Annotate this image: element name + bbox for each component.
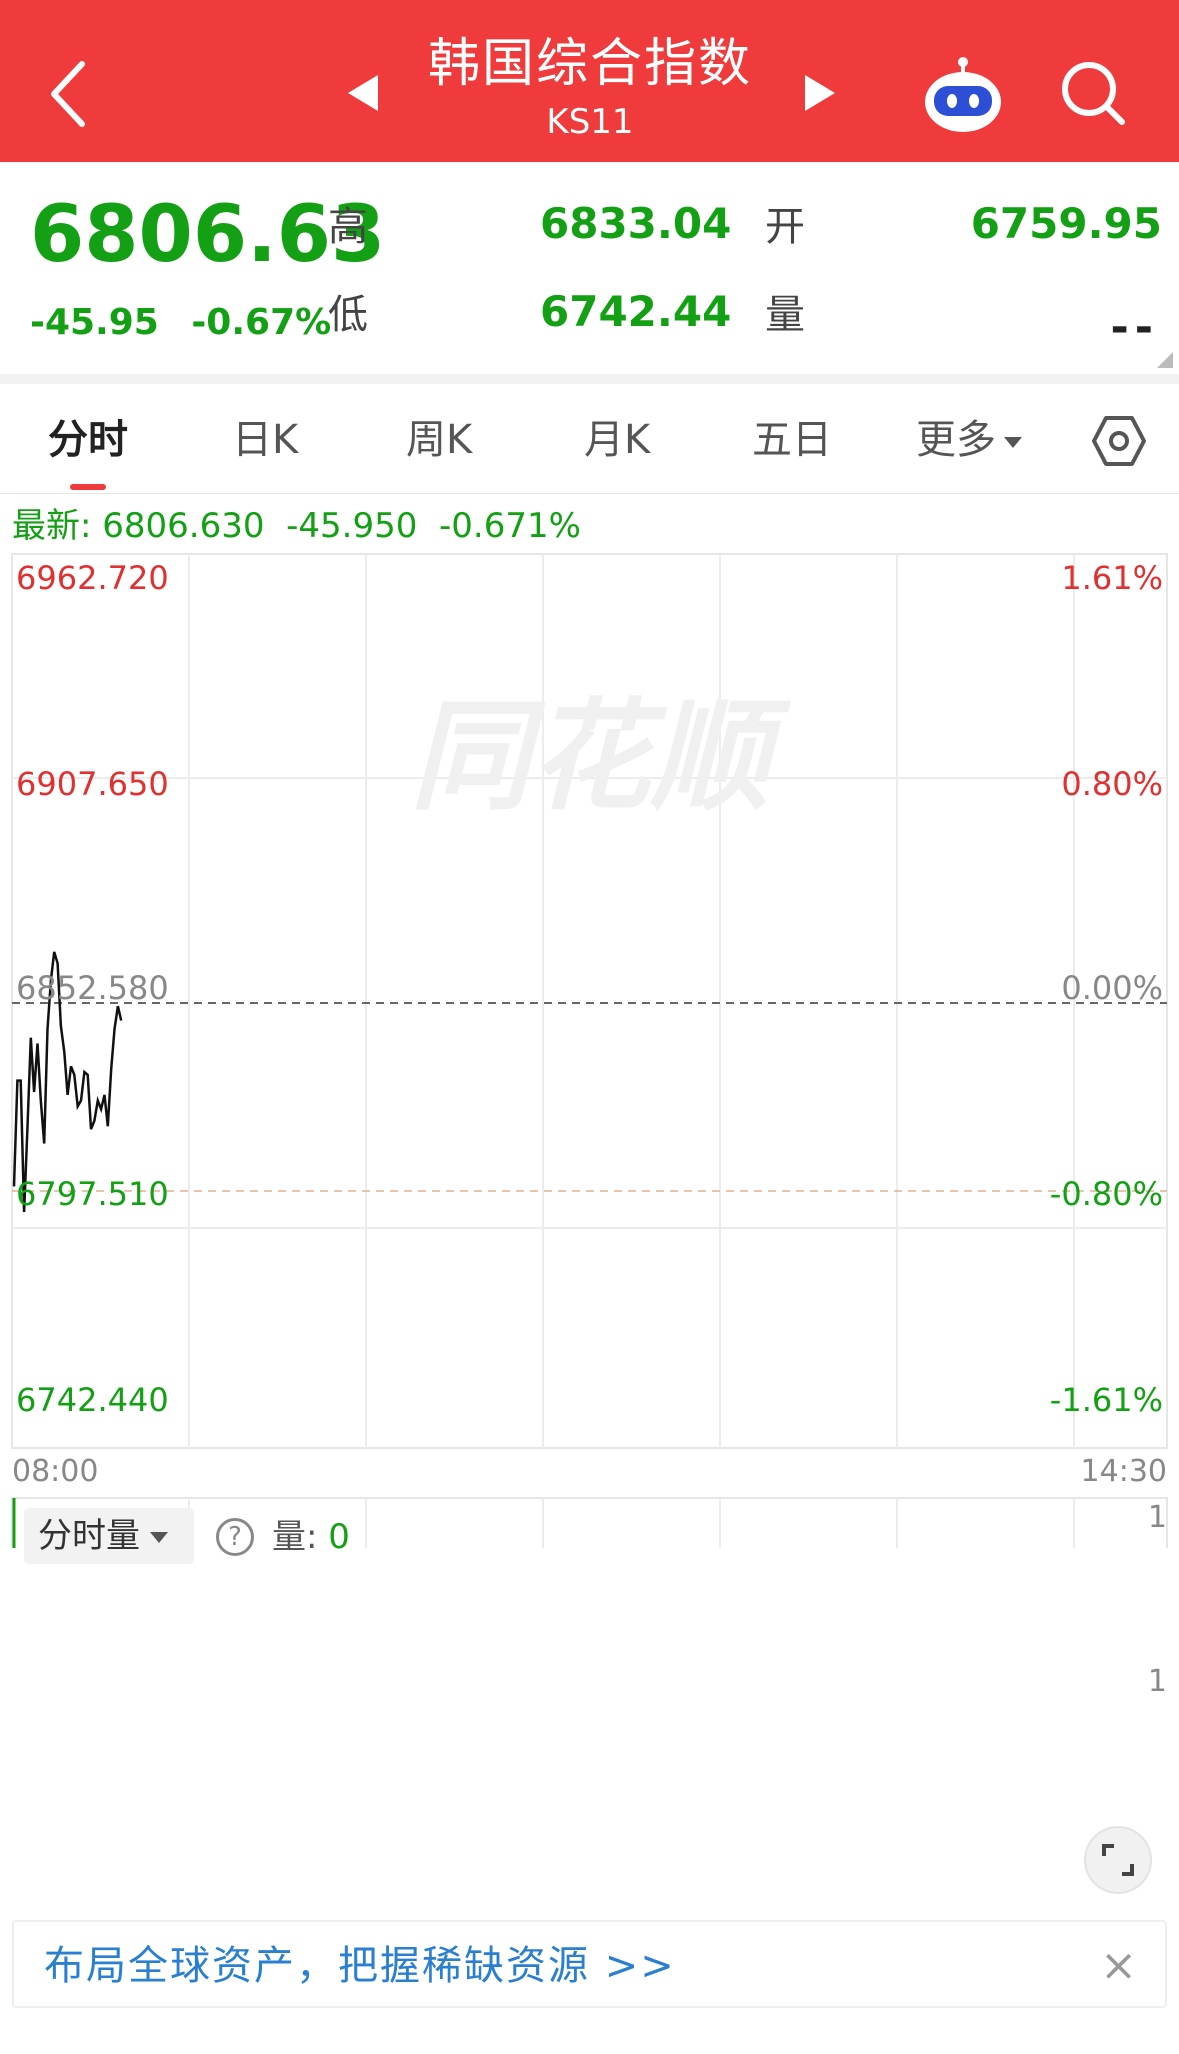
page-title: 韩国综合指数	[427, 34, 752, 94]
volume-axis-mid: 1	[1147, 1664, 1167, 1699]
change-value: -45.95	[30, 302, 159, 343]
y-axis-label-bottom: 6742.440	[16, 1381, 169, 1419]
promo-banner[interactable]: 布局全球资产，把握稀缺资源 >> ×	[12, 1920, 1167, 2008]
y-axis-label-2: 6907.650	[16, 765, 169, 803]
volume-value: --	[1110, 302, 1159, 353]
volume-label: 量	[765, 292, 805, 338]
promo-banner-text[interactable]: 布局全球资产，把握稀缺资源 >>	[44, 1940, 676, 1992]
pct-axis-label-zero: 0.00%	[1061, 969, 1163, 1007]
open-label: 开	[765, 204, 805, 250]
x-axis-start-time: 08:00	[12, 1454, 99, 1489]
caret-down-icon	[1004, 436, 1022, 448]
fullscreen-expand-icon[interactable]	[1084, 1826, 1152, 1894]
low-value: 6742.44	[540, 287, 732, 336]
volume-indicator-label: 分时量	[38, 1516, 140, 1556]
pct-axis-label-4: -0.80%	[1049, 1175, 1163, 1213]
chart-canvas: 同花顺	[11, 553, 1168, 1548]
latest-label: 最新:	[12, 506, 92, 546]
y-axis-label-top: 6962.720	[16, 559, 169, 597]
y-axis-label-prev-close: 6852.580	[16, 969, 169, 1007]
latest-quote-line: 最新: 6806.630 -45.950 -0.671%	[12, 503, 581, 549]
quote-panel: 6806.63 -45.95 -0.67% 高 6833.04 开 6759.9…	[0, 162, 1179, 374]
latest-change: -45.950	[286, 506, 418, 546]
intraday-chart[interactable]: 同花顺 6962.720 6907.650 6852.580 6797.510 …	[0, 548, 1179, 1699]
tab-five-day[interactable]: 五日	[752, 414, 832, 466]
tab-more-label: 更多	[916, 417, 996, 463]
pct-axis-label-top: 1.61%	[1061, 559, 1163, 597]
top-bar: 韩国综合指数 KS11	[0, 0, 1179, 162]
caret-down-icon	[150, 1532, 168, 1543]
y-axis-label-4: 6797.510	[16, 1175, 169, 1213]
index-code: KS11	[546, 102, 634, 142]
latest-price: 6806.630	[102, 506, 265, 546]
expand-corner-icon[interactable]	[1157, 352, 1173, 368]
volume-readout-label: 量:	[272, 1517, 318, 1557]
latest-percent: -0.671%	[439, 506, 581, 546]
tab-more[interactable]: 更多	[916, 414, 1022, 466]
pct-axis-label-bottom: -1.61%	[1049, 1381, 1163, 1419]
x-axis-end-time: 14:30	[1080, 1454, 1167, 1489]
volume-axis-top: 1	[1147, 1500, 1167, 1535]
high-label: 高	[328, 204, 368, 250]
price-change: -45.95 -0.67%	[30, 298, 331, 348]
low-label: 低	[328, 292, 368, 338]
robot-assistant-icon[interactable]	[920, 56, 1006, 136]
tab-daily-k[interactable]: 日K	[232, 414, 298, 466]
chart-tabs: 分时 日K 周K 月K 五日 更多	[0, 384, 1179, 494]
back-arrow-icon[interactable]	[40, 52, 100, 132]
close-icon[interactable]: ×	[1100, 1940, 1137, 1992]
volume-indicator-dropdown[interactable]: 分时量	[24, 1508, 194, 1564]
volume-readout-value: 0	[328, 1517, 350, 1557]
help-question-icon[interactable]: ?	[216, 1518, 254, 1556]
title-block: 韩国综合指数 KS11	[330, 28, 850, 154]
divider	[0, 374, 1179, 384]
tab-intraday[interactable]: 分时	[48, 414, 128, 466]
tab-weekly-k[interactable]: 周K	[406, 414, 472, 466]
watermark-logo: 同花顺	[410, 688, 791, 827]
settings-hexagon-icon[interactable]	[1092, 414, 1146, 468]
change-percent: -0.67%	[191, 302, 332, 343]
high-value: 6833.04	[540, 199, 732, 248]
pct-axis-label-2: 0.80%	[1061, 765, 1163, 803]
open-value: 6759.95	[970, 199, 1162, 248]
tab-monthly-k[interactable]: 月K	[584, 414, 650, 466]
next-index-arrow-icon[interactable]	[805, 75, 835, 111]
active-tab-indicator	[70, 484, 106, 490]
search-icon[interactable]	[1058, 58, 1128, 128]
volume-readout: 量: 0	[272, 1512, 350, 1562]
